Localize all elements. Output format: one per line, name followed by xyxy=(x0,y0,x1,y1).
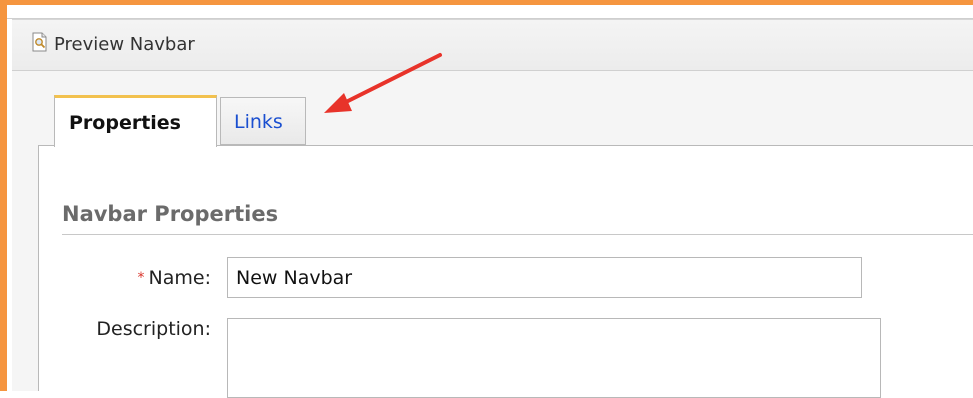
name-field[interactable] xyxy=(227,257,862,298)
page-title: Preview Navbar xyxy=(54,34,195,55)
tab-links[interactable]: Links xyxy=(220,97,306,145)
section-title: Navbar Properties xyxy=(62,202,279,226)
description-label: Description: xyxy=(96,318,211,340)
section-divider xyxy=(62,234,973,235)
name-label: * Name: xyxy=(100,266,211,290)
tab-properties[interactable]: Properties xyxy=(54,95,217,147)
document-magnifier-icon xyxy=(32,32,48,52)
tab-links-label: Links xyxy=(234,111,283,133)
tab-properties-label: Properties xyxy=(69,112,181,134)
preview-title-bar: Preview Navbar xyxy=(12,19,973,71)
description-field[interactable] xyxy=(227,318,881,398)
top-toolbar-strip xyxy=(7,5,973,19)
name-label-text: Name: xyxy=(148,267,211,289)
required-marker: * xyxy=(137,270,145,286)
